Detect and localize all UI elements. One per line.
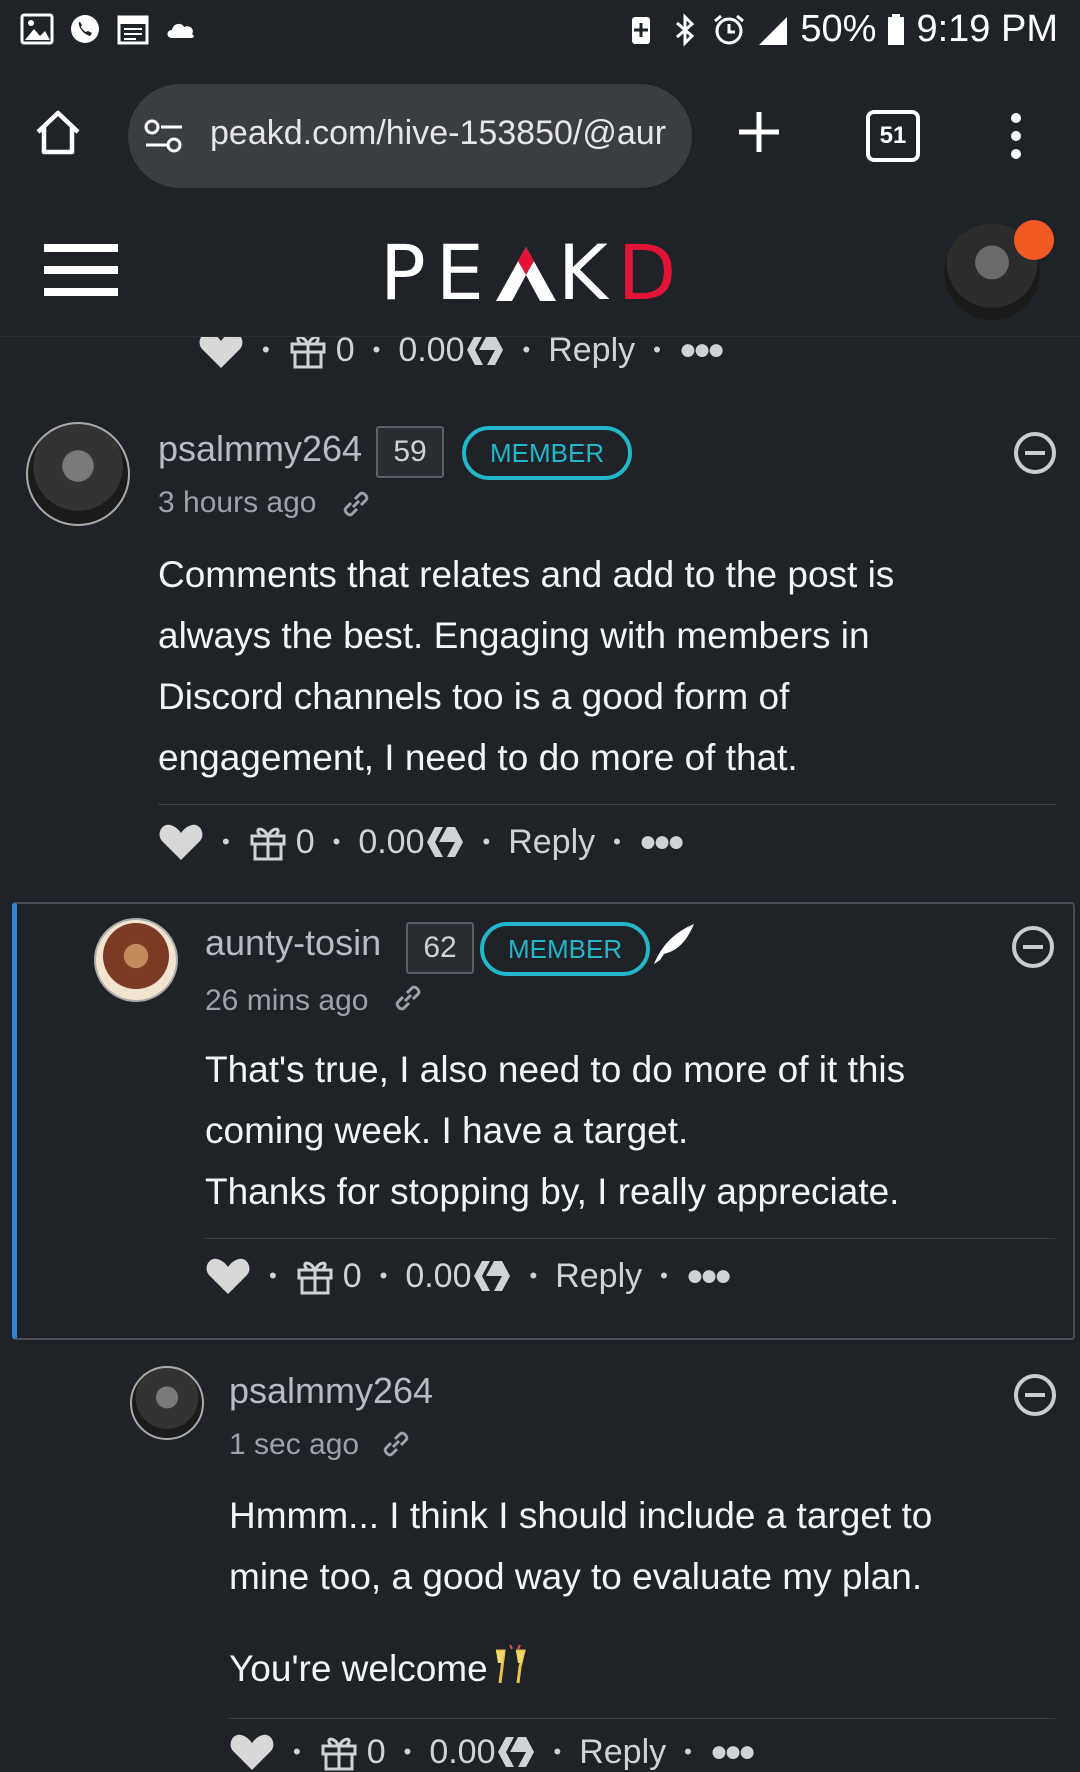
reply-link[interactable]: Reply	[579, 1733, 666, 1772]
heart-icon[interactable]	[158, 822, 204, 862]
gift-count: 0	[366, 1732, 386, 1771]
more-icon[interactable]: ●●●	[710, 1735, 756, 1769]
comment-body: Hmmm... I think I should include a targe…	[229, 1495, 933, 1597]
comment-actions: • 0 • 0.00 • Reply • ●●●	[158, 822, 685, 862]
avatar[interactable]	[26, 422, 130, 526]
payout-value[interactable]: 0.00	[405, 1257, 471, 1296]
member-badge: MEMBER	[480, 922, 651, 976]
member-badge: MEMBER	[462, 426, 633, 480]
browser-toolbar: peakd.com/hive-153850/@aur 51	[0, 70, 1080, 200]
notification-badge[interactable]	[1014, 220, 1054, 260]
link-icon[interactable]	[378, 1426, 414, 1462]
heart-icon[interactable]	[205, 1256, 251, 1296]
hive-icon	[473, 1261, 510, 1291]
avatar[interactable]	[94, 918, 178, 1002]
comment-body-line2: Thanks for stopping by, I really appreci…	[205, 1171, 900, 1212]
quill-icon	[654, 924, 694, 964]
timestamp[interactable]: 26 mins ago	[205, 984, 368, 1018]
app-header: PE KD	[0, 200, 1080, 337]
more-icon[interactable]: ●●●	[639, 825, 685, 859]
reply-link[interactable]: Reply	[508, 823, 595, 862]
author-name[interactable]: psalmmy264	[158, 428, 362, 470]
gallery-icon	[20, 13, 54, 45]
peakd-logo[interactable]: PE KD	[380, 228, 686, 317]
reputation-score: 59	[376, 426, 444, 478]
menu-icon[interactable]	[44, 244, 118, 310]
collapse-icon[interactable]	[1014, 432, 1056, 474]
status-bar: 50% 9:19 PM	[0, 0, 1080, 70]
champagne-icon	[495, 1644, 526, 1684]
signal-icon	[759, 16, 788, 45]
comment-body: Comments that relates and add to the pos…	[158, 554, 895, 778]
gift-icon[interactable]	[319, 1733, 359, 1771]
gift-count: 0	[295, 822, 315, 861]
link-icon[interactable]	[338, 486, 374, 522]
gift-count: 0	[342, 1256, 362, 1295]
hive-icon	[466, 335, 503, 365]
clock: 9:19 PM	[916, 8, 1058, 50]
more-icon[interactable]: ●●●	[679, 333, 725, 367]
url-text: peakd.com/hive-153850/@aur	[210, 114, 667, 152]
whatsapp-icon	[71, 15, 99, 43]
battery-percent: 50%	[800, 8, 877, 50]
more-options-icon[interactable]	[1006, 112, 1026, 160]
comment-body: That's true, I also need to do more of i…	[205, 1049, 906, 1151]
battery-icon	[888, 13, 905, 45]
home-icon[interactable]	[34, 108, 82, 156]
gift-icon[interactable]	[248, 823, 288, 861]
comment-actions: • 0 • 0.00 • Reply • ●●●	[205, 1256, 732, 1296]
heart-icon[interactable]	[229, 1732, 275, 1772]
more-icon[interactable]: ●●●	[686, 1259, 732, 1293]
alarm-icon	[714, 14, 745, 44]
author-name[interactable]: psalmmy264	[229, 1370, 433, 1412]
comment-actions: • 0 • 0.00 • Reply • ●●●	[229, 1732, 756, 1772]
battery-saver-icon	[632, 16, 651, 44]
timestamp[interactable]: 3 hours ago	[158, 486, 316, 520]
tab-switcher-button[interactable]: 51	[866, 110, 920, 162]
comment-body-line2: You're welcome	[229, 1638, 532, 1699]
collapse-icon[interactable]	[1012, 926, 1054, 968]
author-name[interactable]: aunty-tosin	[205, 922, 381, 964]
cloud-icon	[167, 23, 194, 38]
payout-value[interactable]: 0.00	[358, 823, 424, 862]
divider	[205, 1238, 1055, 1239]
payout-value[interactable]: 0.00	[429, 1733, 495, 1772]
bluetooth-icon	[676, 12, 695, 47]
hive-icon	[497, 1737, 534, 1767]
calendar-icon	[117, 15, 149, 45]
collapse-icon[interactable]	[1014, 1374, 1056, 1416]
divider	[158, 804, 1056, 805]
reply-link[interactable]: Reply	[555, 1257, 642, 1296]
reputation-score: 62	[406, 922, 474, 974]
address-bar[interactable]: peakd.com/hive-153850/@aur	[128, 84, 692, 188]
site-settings-icon[interactable]	[142, 118, 186, 154]
logo-a-mark	[495, 247, 556, 301]
avatar[interactable]	[130, 1366, 204, 1440]
new-tab-icon[interactable]	[735, 108, 783, 156]
link-icon[interactable]	[390, 980, 426, 1016]
divider	[229, 1718, 1055, 1719]
timestamp[interactable]: 1 sec ago	[229, 1428, 359, 1462]
gift-icon[interactable]	[295, 1257, 335, 1295]
hive-icon	[426, 827, 463, 857]
